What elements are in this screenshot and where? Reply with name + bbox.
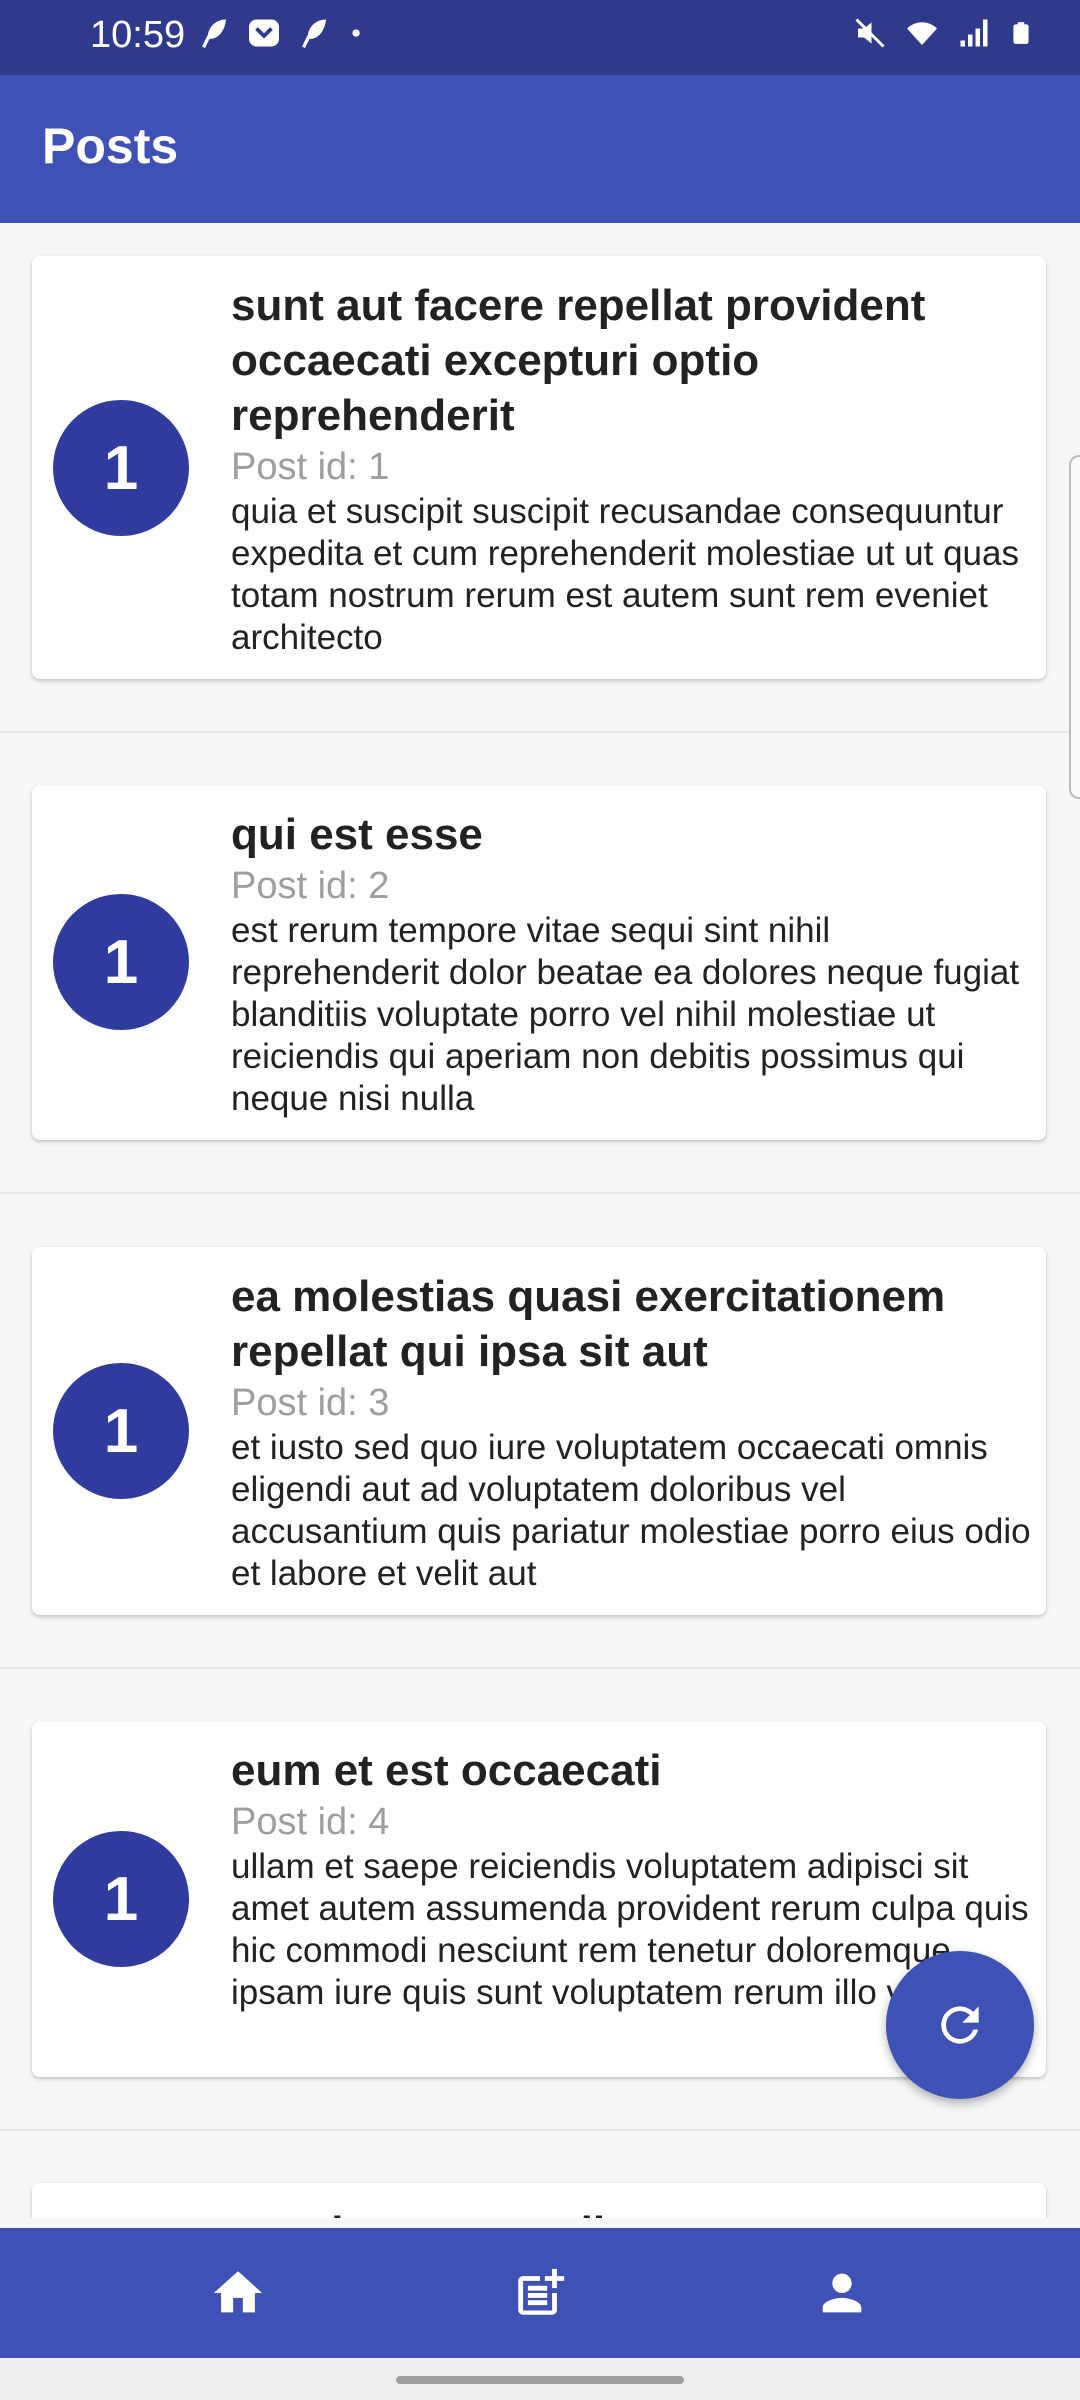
divider xyxy=(0,2129,1080,2131)
feather-icon xyxy=(202,19,226,48)
status-right-icons xyxy=(852,14,1034,52)
home-icon xyxy=(213,2271,263,2313)
person-icon xyxy=(822,2273,862,2313)
post-content: sunt aut facere repellat provident occae… xyxy=(231,278,1031,659)
status-time: 10:59 xyxy=(90,14,186,56)
post-content: nesciunt quas odio xyxy=(231,2205,1031,2218)
refresh-button[interactable] xyxy=(886,1951,1034,2099)
gesture-area xyxy=(0,2358,1080,2400)
signal-icon xyxy=(960,19,988,47)
post-title: ea molestias quasi exercitationem repell… xyxy=(231,1272,946,1376)
post-content: qui est esse Post id: 2 est rerum tempor… xyxy=(231,807,1031,1120)
status-left-icons xyxy=(196,14,368,52)
post-id: Post id: 3 xyxy=(231,1382,390,1424)
post-content: ea molestias quasi exercitationem repell… xyxy=(231,1269,1031,1595)
avatar: 1 xyxy=(53,894,189,1030)
status-bar: 10:59 xyxy=(0,0,1080,75)
wifi-icon xyxy=(907,22,937,45)
post-id: Post id: 1 xyxy=(231,446,390,488)
post-list[interactable]: 1 sunt aut facere repellat provident occ… xyxy=(0,223,1080,2218)
mute-icon xyxy=(855,18,885,48)
scrollbar[interactable] xyxy=(1069,455,1080,799)
divider xyxy=(0,1667,1080,1669)
post-title: sunt aut facere repellat provident occae… xyxy=(231,281,926,440)
refresh-icon xyxy=(941,2006,979,2044)
post-id: Post id: 2 xyxy=(231,865,390,907)
post-title: eum et est occaecati xyxy=(231,1746,662,1795)
bottom-nav xyxy=(0,2228,1080,2358)
post-title: qui est esse xyxy=(231,810,483,859)
pocket-icon xyxy=(249,19,279,47)
post-body: quia et suscipit suscipit recusandae con… xyxy=(231,492,1019,657)
nav-profile[interactable] xyxy=(662,2228,1022,2358)
page-title: Posts xyxy=(42,118,179,174)
divider xyxy=(0,1192,1080,1194)
post-body: est rerum tempore vitae sequi sint nihil… xyxy=(231,911,1020,1118)
post-body: et iusto sed quo iure voluptatem occaeca… xyxy=(231,1428,1031,1593)
post-card[interactable]: nesciunt quas odio xyxy=(32,2183,1046,2218)
divider xyxy=(0,731,1080,733)
dot-icon xyxy=(352,29,360,37)
avatar: 1 xyxy=(53,1363,189,1499)
post-id: Post id: 4 xyxy=(231,1801,390,1843)
app-bar: Posts xyxy=(0,75,1080,223)
avatar: 1 xyxy=(53,400,189,536)
post-add-icon xyxy=(518,2268,565,2315)
post-title: nesciunt quas odio xyxy=(231,2205,1031,2218)
post-card[interactable]: 1 ea molestias quasi exercitationem repe… xyxy=(32,1247,1046,1615)
gesture-handle[interactable] xyxy=(396,2376,684,2384)
post-card[interactable]: 1 sunt aut facere repellat provident occ… xyxy=(32,256,1046,679)
battery-icon xyxy=(1013,22,1029,44)
avatar: 1 xyxy=(53,1831,189,1967)
feather-icon xyxy=(302,19,326,48)
post-card[interactable]: 1 qui est esse Post id: 2 est rerum temp… xyxy=(32,785,1046,1140)
